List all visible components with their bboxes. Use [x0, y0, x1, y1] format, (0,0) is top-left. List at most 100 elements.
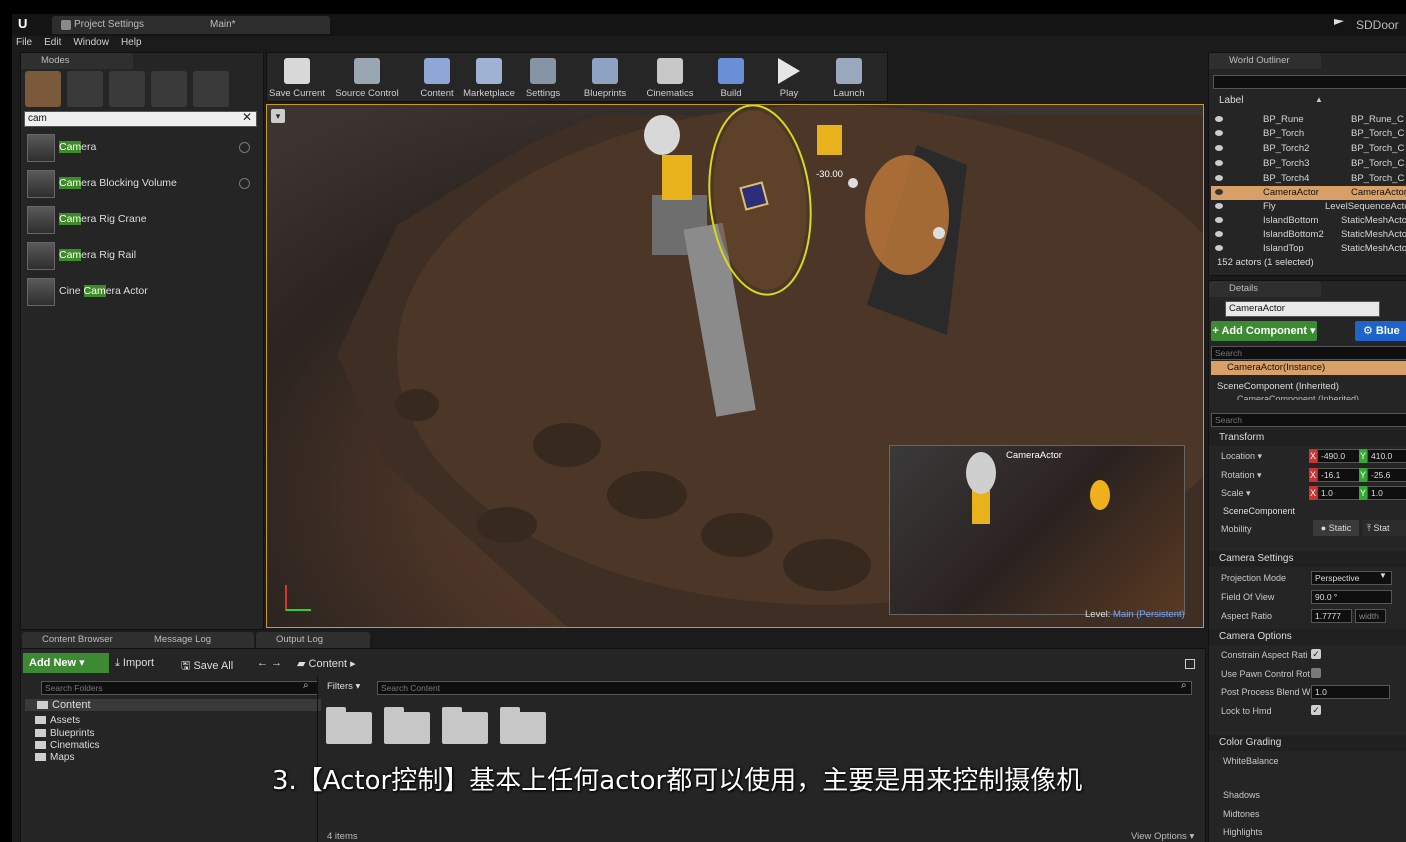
table-row[interactable]: BP_Torch3 BP_Torch_C	[1211, 157, 1406, 171]
eye-icon[interactable]	[1215, 175, 1223, 181]
tab-project-settings[interactable]: Project Settings	[52, 16, 202, 34]
geometry-mode-icon[interactable]	[193, 71, 229, 107]
table-row[interactable]: BP_Torch BP_Torch_C	[1211, 127, 1406, 141]
highlights-row[interactable]: Highlights	[1223, 827, 1263, 837]
mobility-static-button[interactable]: ● Static	[1313, 520, 1359, 536]
camera-options-section[interactable]: Camera Options	[1209, 629, 1406, 645]
place-mode-icon[interactable]	[25, 71, 61, 107]
component-instance-row[interactable]: CameraActor(Instance)	[1211, 361, 1406, 375]
list-item[interactable]: Camera Rig Crane	[25, 203, 259, 237]
folder-maps[interactable]	[500, 707, 546, 744]
eye-icon[interactable]	[1215, 130, 1223, 136]
search-content-input[interactable]: Search Content	[377, 681, 1192, 695]
scale-y-field[interactable]: 1.0	[1367, 486, 1406, 500]
list-item[interactable]: Camera Rig Rail	[25, 239, 259, 273]
tree-item-maps[interactable]: Maps	[35, 752, 74, 763]
eye-icon[interactable]	[1215, 145, 1223, 151]
location-label[interactable]: Location ▾	[1221, 451, 1262, 462]
post-process-field[interactable]: 1.0	[1311, 685, 1390, 699]
path-content-breadcrumb[interactable]: ▰ Content ▸	[297, 657, 356, 670]
lock-to-hmd-checkbox[interactable]: ✓	[1311, 705, 1321, 715]
color-grading-section[interactable]: Color Grading	[1209, 735, 1406, 751]
scene-component-subheader[interactable]: SceneComponent	[1223, 506, 1295, 516]
field-of-view-field[interactable]: 90.0 °	[1311, 590, 1392, 604]
eye-icon[interactable]	[1215, 217, 1223, 223]
import-button[interactable]: ⤓ Import	[115, 657, 154, 670]
folder-cinematics[interactable]	[442, 707, 488, 744]
location-x-field[interactable]: -490.0	[1317, 449, 1360, 463]
mobility-stationary-button[interactable]: ⤒ Stat	[1363, 520, 1406, 536]
eye-icon[interactable]	[1215, 231, 1223, 237]
eye-icon[interactable]	[1215, 203, 1223, 209]
list-item[interactable]: Cine Camera Actor	[25, 275, 259, 309]
rotation-y-field[interactable]: -25.6	[1367, 468, 1406, 482]
outliner-search-input[interactable]	[1213, 75, 1406, 89]
eye-icon[interactable]	[1215, 245, 1223, 251]
pawn-control-checkbox[interactable]	[1311, 668, 1321, 678]
foliage-mode-icon[interactable]	[151, 71, 187, 107]
outliner-header-label[interactable]: Label	[1219, 95, 1243, 106]
list-item[interactable]: Camera	[25, 131, 259, 165]
menu-help[interactable]: Help	[121, 37, 142, 48]
table-row[interactable]: Fly LevelSequenceActor	[1211, 200, 1406, 214]
transform-section[interactable]: Transform	[1209, 430, 1406, 446]
table-row[interactable]: BP_Torch2 BP_Torch_C	[1211, 142, 1406, 156]
landscape-mode-icon[interactable]	[109, 71, 145, 107]
location-y-field[interactable]: 410.0	[1367, 449, 1406, 463]
back-forward-buttons[interactable]: ← →	[257, 657, 282, 669]
build-button[interactable]: Build	[709, 55, 753, 101]
tab-details[interactable]: Details	[1209, 281, 1321, 297]
tab-modes[interactable]: Modes	[21, 53, 133, 69]
source-control-button[interactable]: Source Control	[331, 55, 403, 101]
rotation-x-field[interactable]: -16.1	[1317, 468, 1360, 482]
tab-message-log[interactable]: Message Log	[134, 632, 254, 648]
marketplace-button[interactable]: Marketplace	[461, 55, 517, 101]
add-component-button[interactable]: + Add Component ▾	[1211, 321, 1317, 341]
tree-item-cinematics[interactable]: Cinematics	[35, 740, 99, 751]
menu-window[interactable]: Window	[73, 37, 109, 48]
flag-icon[interactable]	[1334, 19, 1344, 25]
folder-blueprints[interactable]	[384, 707, 430, 744]
constrain-aspect-checkbox[interactable]: ✓	[1311, 649, 1321, 659]
unreal-logo[interactable]: U	[18, 16, 36, 34]
view-options-button[interactable]: View Options ▾	[1131, 831, 1194, 842]
settings-button[interactable]: Settings	[521, 55, 565, 101]
lock-icon[interactable]	[1185, 659, 1195, 669]
user-name[interactable]: SDDoor	[1356, 18, 1399, 32]
tree-item-blueprints[interactable]: Blueprints	[35, 728, 94, 739]
content-button[interactable]: Content	[413, 55, 461, 101]
menu-edit[interactable]: Edit	[44, 37, 61, 48]
table-row[interactable]: IslandBottom2 StaticMeshActor	[1211, 228, 1406, 242]
tree-item-assets[interactable]: Assets	[35, 715, 80, 726]
table-row[interactable]: IslandTop StaticMeshActor	[1211, 242, 1406, 252]
launch-button[interactable]: Launch	[823, 55, 875, 101]
midtones-row[interactable]: Midtones	[1223, 809, 1260, 819]
eye-icon[interactable]	[1215, 160, 1223, 166]
tab-main[interactable]: Main*	[188, 16, 330, 34]
aspect-ratio-field[interactable]: 1.7777	[1311, 609, 1352, 623]
help-icon[interactable]	[239, 178, 250, 189]
filters-button[interactable]: Filters ▾	[327, 681, 360, 692]
aspect-ratio-unit[interactable]: width	[1355, 609, 1386, 623]
table-row[interactable]: BP_Torch4 BP_Torch_C	[1211, 172, 1406, 186]
play-button[interactable]: Play	[767, 55, 811, 101]
search-folders-input[interactable]: Search Folders	[41, 681, 318, 695]
eye-icon[interactable]	[1215, 189, 1223, 195]
add-new-button[interactable]: Add New ▾	[23, 653, 109, 673]
blueprints-button[interactable]: Blueprints	[575, 55, 635, 101]
component-search-input[interactable]: Search	[1211, 346, 1406, 360]
modes-search-input[interactable]: cam	[24, 111, 257, 127]
save-current-button[interactable]: Save Current	[267, 55, 327, 101]
blueprint-button[interactable]: ⚙ Blue	[1355, 321, 1406, 341]
paint-mode-icon[interactable]	[67, 71, 103, 107]
tab-content-browser[interactable]: Content Browser	[22, 632, 142, 648]
help-icon[interactable]	[239, 142, 250, 153]
list-item[interactable]: Camera Blocking Volume	[25, 167, 259, 201]
scale-label[interactable]: Scale ▾	[1221, 488, 1251, 499]
cinematics-button[interactable]: Cinematics	[637, 55, 703, 101]
eye-icon[interactable]	[1215, 116, 1223, 122]
camera-component-row[interactable]: CameraComponent (Inherited)	[1237, 394, 1359, 400]
menu-file[interactable]: File	[16, 37, 32, 48]
save-all-button[interactable]: 🖫 Save All	[181, 657, 233, 676]
tree-root-content[interactable]: Content	[25, 699, 321, 711]
